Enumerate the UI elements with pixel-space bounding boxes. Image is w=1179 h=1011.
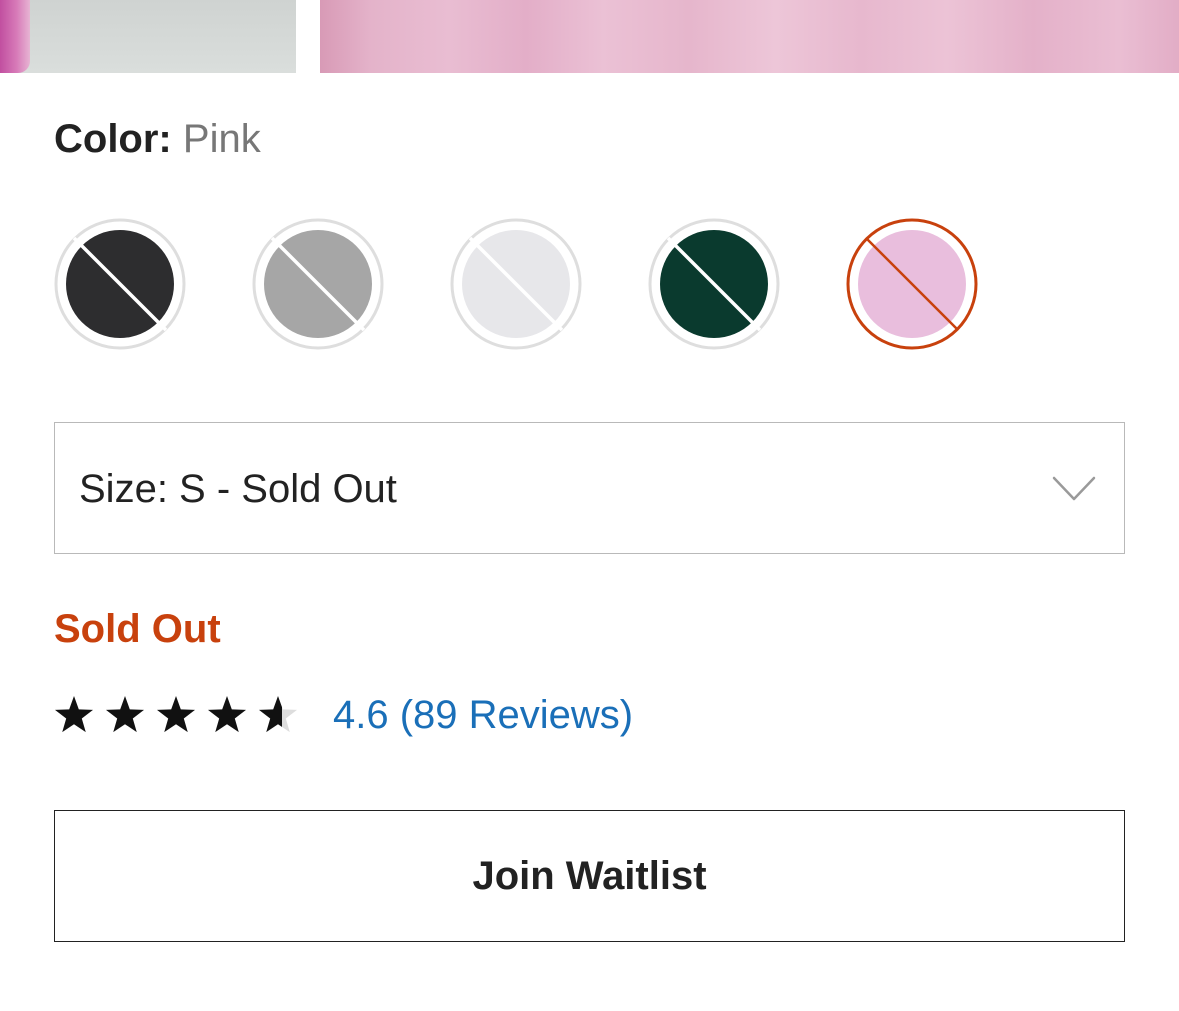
swatch-forest-green[interactable]	[648, 218, 780, 350]
swatch-heather-grey[interactable]	[252, 218, 384, 350]
size-dropdown[interactable]: Size: S - Sold Out	[54, 422, 1125, 554]
reviews-link[interactable]: 4.6 (89 Reviews)	[333, 690, 633, 740]
product-main-image[interactable]	[320, 0, 1179, 73]
star-icon	[258, 696, 298, 733]
size-dropdown-value: Size: S - Sold Out	[79, 467, 397, 511]
star-icon	[207, 696, 247, 733]
swatch-light-grey[interactable]	[450, 218, 582, 350]
chevron-down-icon	[1052, 476, 1096, 501]
product-thumbnail[interactable]	[0, 0, 296, 73]
swatch-pink[interactable]	[846, 218, 978, 350]
selected-color-name: Pink	[182, 117, 261, 161]
join-waitlist-button[interactable]: Join Waitlist	[54, 810, 1125, 942]
swatch-charcoal[interactable]	[54, 218, 186, 350]
star-icon	[156, 696, 196, 733]
star-icon	[105, 696, 145, 733]
color-label: Color: Pink	[54, 114, 261, 164]
star-icon	[54, 696, 94, 733]
star-rating	[54, 694, 304, 736]
color-label-key: Color:	[54, 117, 172, 161]
availability-status: Sold Out	[54, 607, 221, 651]
thumbnail-sleeve-detail	[0, 0, 30, 73]
